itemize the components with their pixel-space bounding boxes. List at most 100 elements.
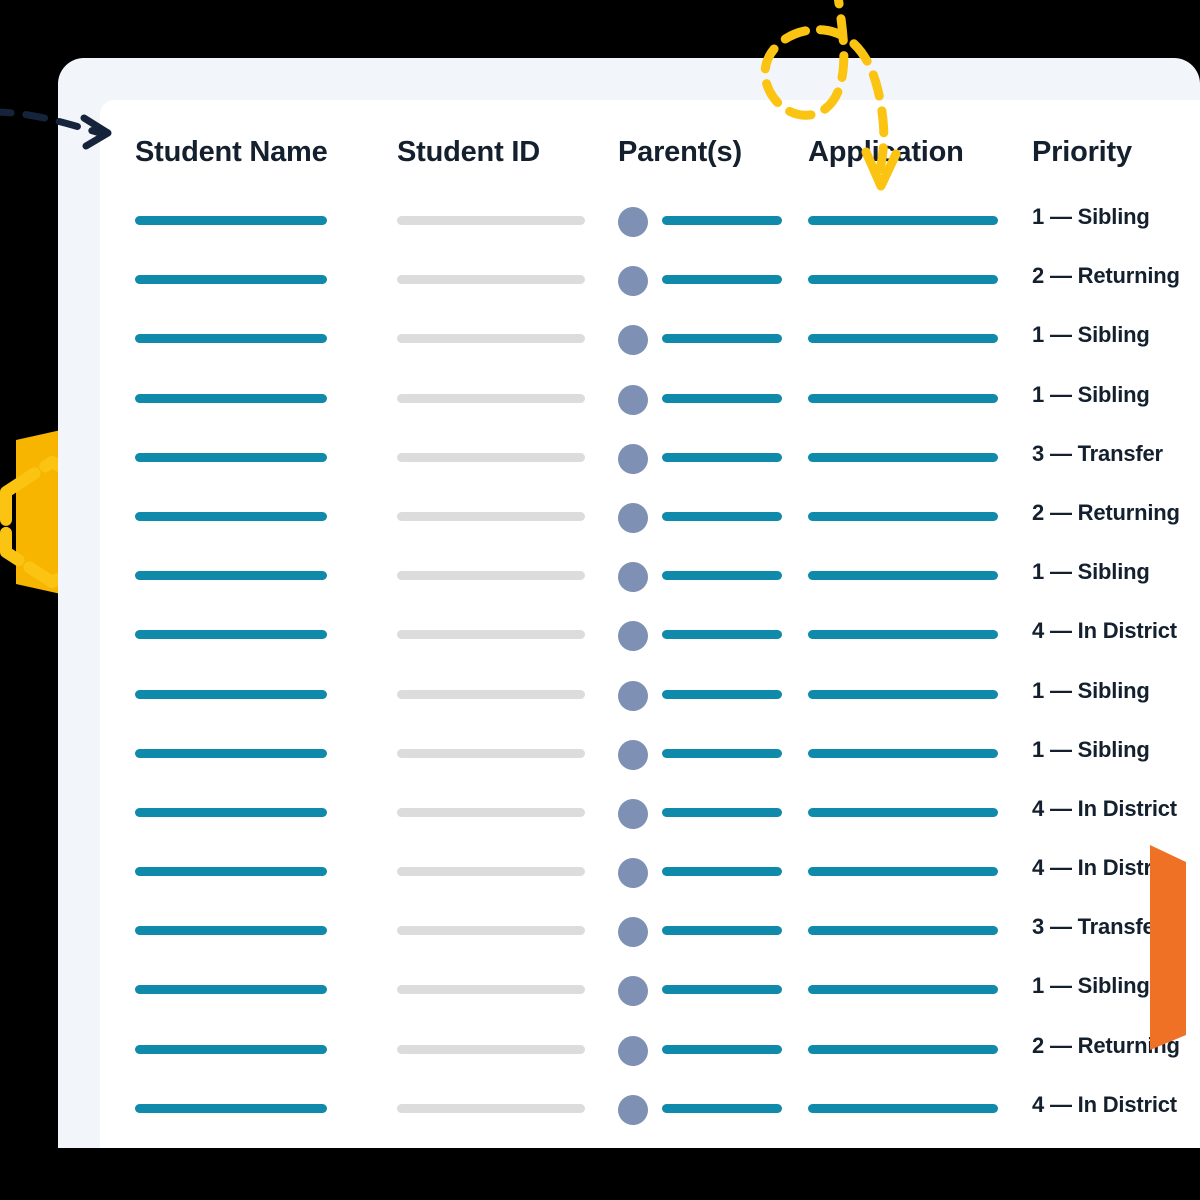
priority-label: 1 — Sibling <box>1032 677 1150 703</box>
column-header-parents[interactable]: Parent(s) <box>618 136 742 169</box>
table-row[interactable]: 1 — Sibling <box>100 318 1200 377</box>
student-name-bar <box>135 926 327 936</box>
student-id-bar <box>397 985 585 995</box>
parent-name-bar <box>662 985 782 995</box>
table-row[interactable]: 2 — Returning <box>100 496 1200 555</box>
avatar <box>618 443 648 474</box>
avatar <box>618 1094 648 1125</box>
parent-name-bar <box>662 1103 782 1113</box>
avatar <box>618 502 648 533</box>
avatar <box>618 266 648 297</box>
student-name-bar <box>135 985 327 995</box>
student-id-bar <box>397 867 585 877</box>
application-bar <box>808 1044 998 1054</box>
student-id-bar <box>397 216 585 225</box>
table-row[interactable]: 4 — In District <box>100 614 1200 673</box>
priority-label: 4 — In District <box>1032 795 1177 821</box>
parent-name-bar <box>662 275 782 285</box>
student-name-bar <box>135 630 327 640</box>
priority-label: 3 — Transfer <box>1032 440 1163 466</box>
student-id-bar <box>397 1103 585 1113</box>
table-row[interactable]: 3 — Transfer <box>100 910 1200 969</box>
column-header-application[interactable]: Application <box>808 136 964 169</box>
column-header-student-name[interactable]: Student Name <box>135 136 328 169</box>
priority-label: 2 — Returning <box>1032 263 1180 289</box>
priority-label: 4 — In District <box>1032 1091 1177 1117</box>
application-bar <box>808 867 998 877</box>
application-bar <box>808 334 998 344</box>
application-bar <box>808 807 998 817</box>
application-bar <box>808 393 998 403</box>
student-name-bar <box>135 334 327 344</box>
student-name-bar <box>135 807 327 817</box>
student-name-bar <box>135 867 327 877</box>
priority-label: 1 — Sibling <box>1032 381 1150 407</box>
avatar <box>618 917 648 948</box>
application-bar <box>808 689 998 699</box>
student-name-bar <box>135 689 327 699</box>
table-header-row: Student Name Student ID Parent(s) Applic… <box>100 100 1200 200</box>
priority-label: 2 — Returning <box>1032 499 1180 525</box>
student-id-bar <box>397 511 585 521</box>
parent-name-bar <box>662 807 782 817</box>
student-id-bar <box>397 571 585 581</box>
student-name-bar <box>135 748 327 758</box>
table-row[interactable]: 1 — Sibling <box>100 733 1200 792</box>
table-row[interactable]: 2 — Returning <box>100 1029 1200 1088</box>
column-header-student-id[interactable]: Student ID <box>397 136 540 169</box>
avatar <box>618 207 648 237</box>
table-row[interactable]: 4 — In District <box>100 1088 1200 1147</box>
table-row[interactable]: 4 — In District <box>100 851 1200 910</box>
application-bar <box>808 275 998 285</box>
table-row[interactable]: 4 — In District <box>100 792 1200 851</box>
table-body: 1 — Sibling 2 — Returning 1 — Sibling 1 — S… <box>100 200 1200 1147</box>
priority-label: 1 — Sibling <box>1032 736 1150 762</box>
parent-name-bar <box>662 630 782 640</box>
priority-label: 4 — In District <box>1032 855 1177 881</box>
student-id-bar <box>397 630 585 640</box>
application-bar <box>808 452 998 462</box>
avatar <box>618 384 648 415</box>
student-name-bar <box>135 393 327 403</box>
parent-name-bar <box>662 393 782 403</box>
parent-name-bar <box>662 926 782 936</box>
table-row[interactable]: 1 — Sibling <box>100 969 1200 1028</box>
student-name-bar <box>135 275 327 285</box>
application-bar <box>808 1103 998 1113</box>
priority-label: 1 — Sibling <box>1032 322 1150 348</box>
priority-label: 1 — Sibling <box>1032 204 1150 229</box>
table-row[interactable]: 1 — Sibling <box>100 674 1200 733</box>
student-id-bar <box>397 1044 585 1054</box>
application-bar <box>808 926 998 936</box>
application-bar <box>808 216 998 225</box>
student-id-bar <box>397 689 585 699</box>
table-row[interactable]: 1 — Sibling <box>100 200 1200 259</box>
student-name-bar <box>135 511 327 521</box>
student-name-bar <box>135 216 327 225</box>
student-name-bar <box>135 1103 327 1113</box>
application-bar <box>808 985 998 995</box>
table-row[interactable]: 3 — Transfer <box>100 437 1200 496</box>
parent-name-bar <box>662 216 782 225</box>
application-bar <box>808 571 998 581</box>
avatar <box>618 621 648 652</box>
priority-label: 2 — Returning <box>1032 1032 1180 1058</box>
student-id-bar <box>397 275 585 285</box>
column-header-priority[interactable]: Priority <box>1032 136 1132 169</box>
table-row[interactable]: 1 — Sibling <box>100 378 1200 437</box>
student-name-bar <box>135 1044 327 1054</box>
student-id-bar <box>397 807 585 817</box>
table-row[interactable]: 2 — Returning <box>100 259 1200 318</box>
avatar <box>618 858 648 889</box>
parent-name-bar <box>662 748 782 758</box>
avatar <box>618 1035 648 1066</box>
application-bar <box>808 630 998 640</box>
priority-label: 4 — In District <box>1032 618 1177 644</box>
parent-name-bar <box>662 867 782 877</box>
avatar <box>618 562 648 593</box>
table-row[interactable]: 1 — Sibling <box>100 555 1200 614</box>
avatar <box>618 325 648 356</box>
student-roster-table: Student Name Student ID Parent(s) Applic… <box>100 100 1200 1148</box>
student-id-bar <box>397 926 585 936</box>
application-bar <box>808 748 998 758</box>
